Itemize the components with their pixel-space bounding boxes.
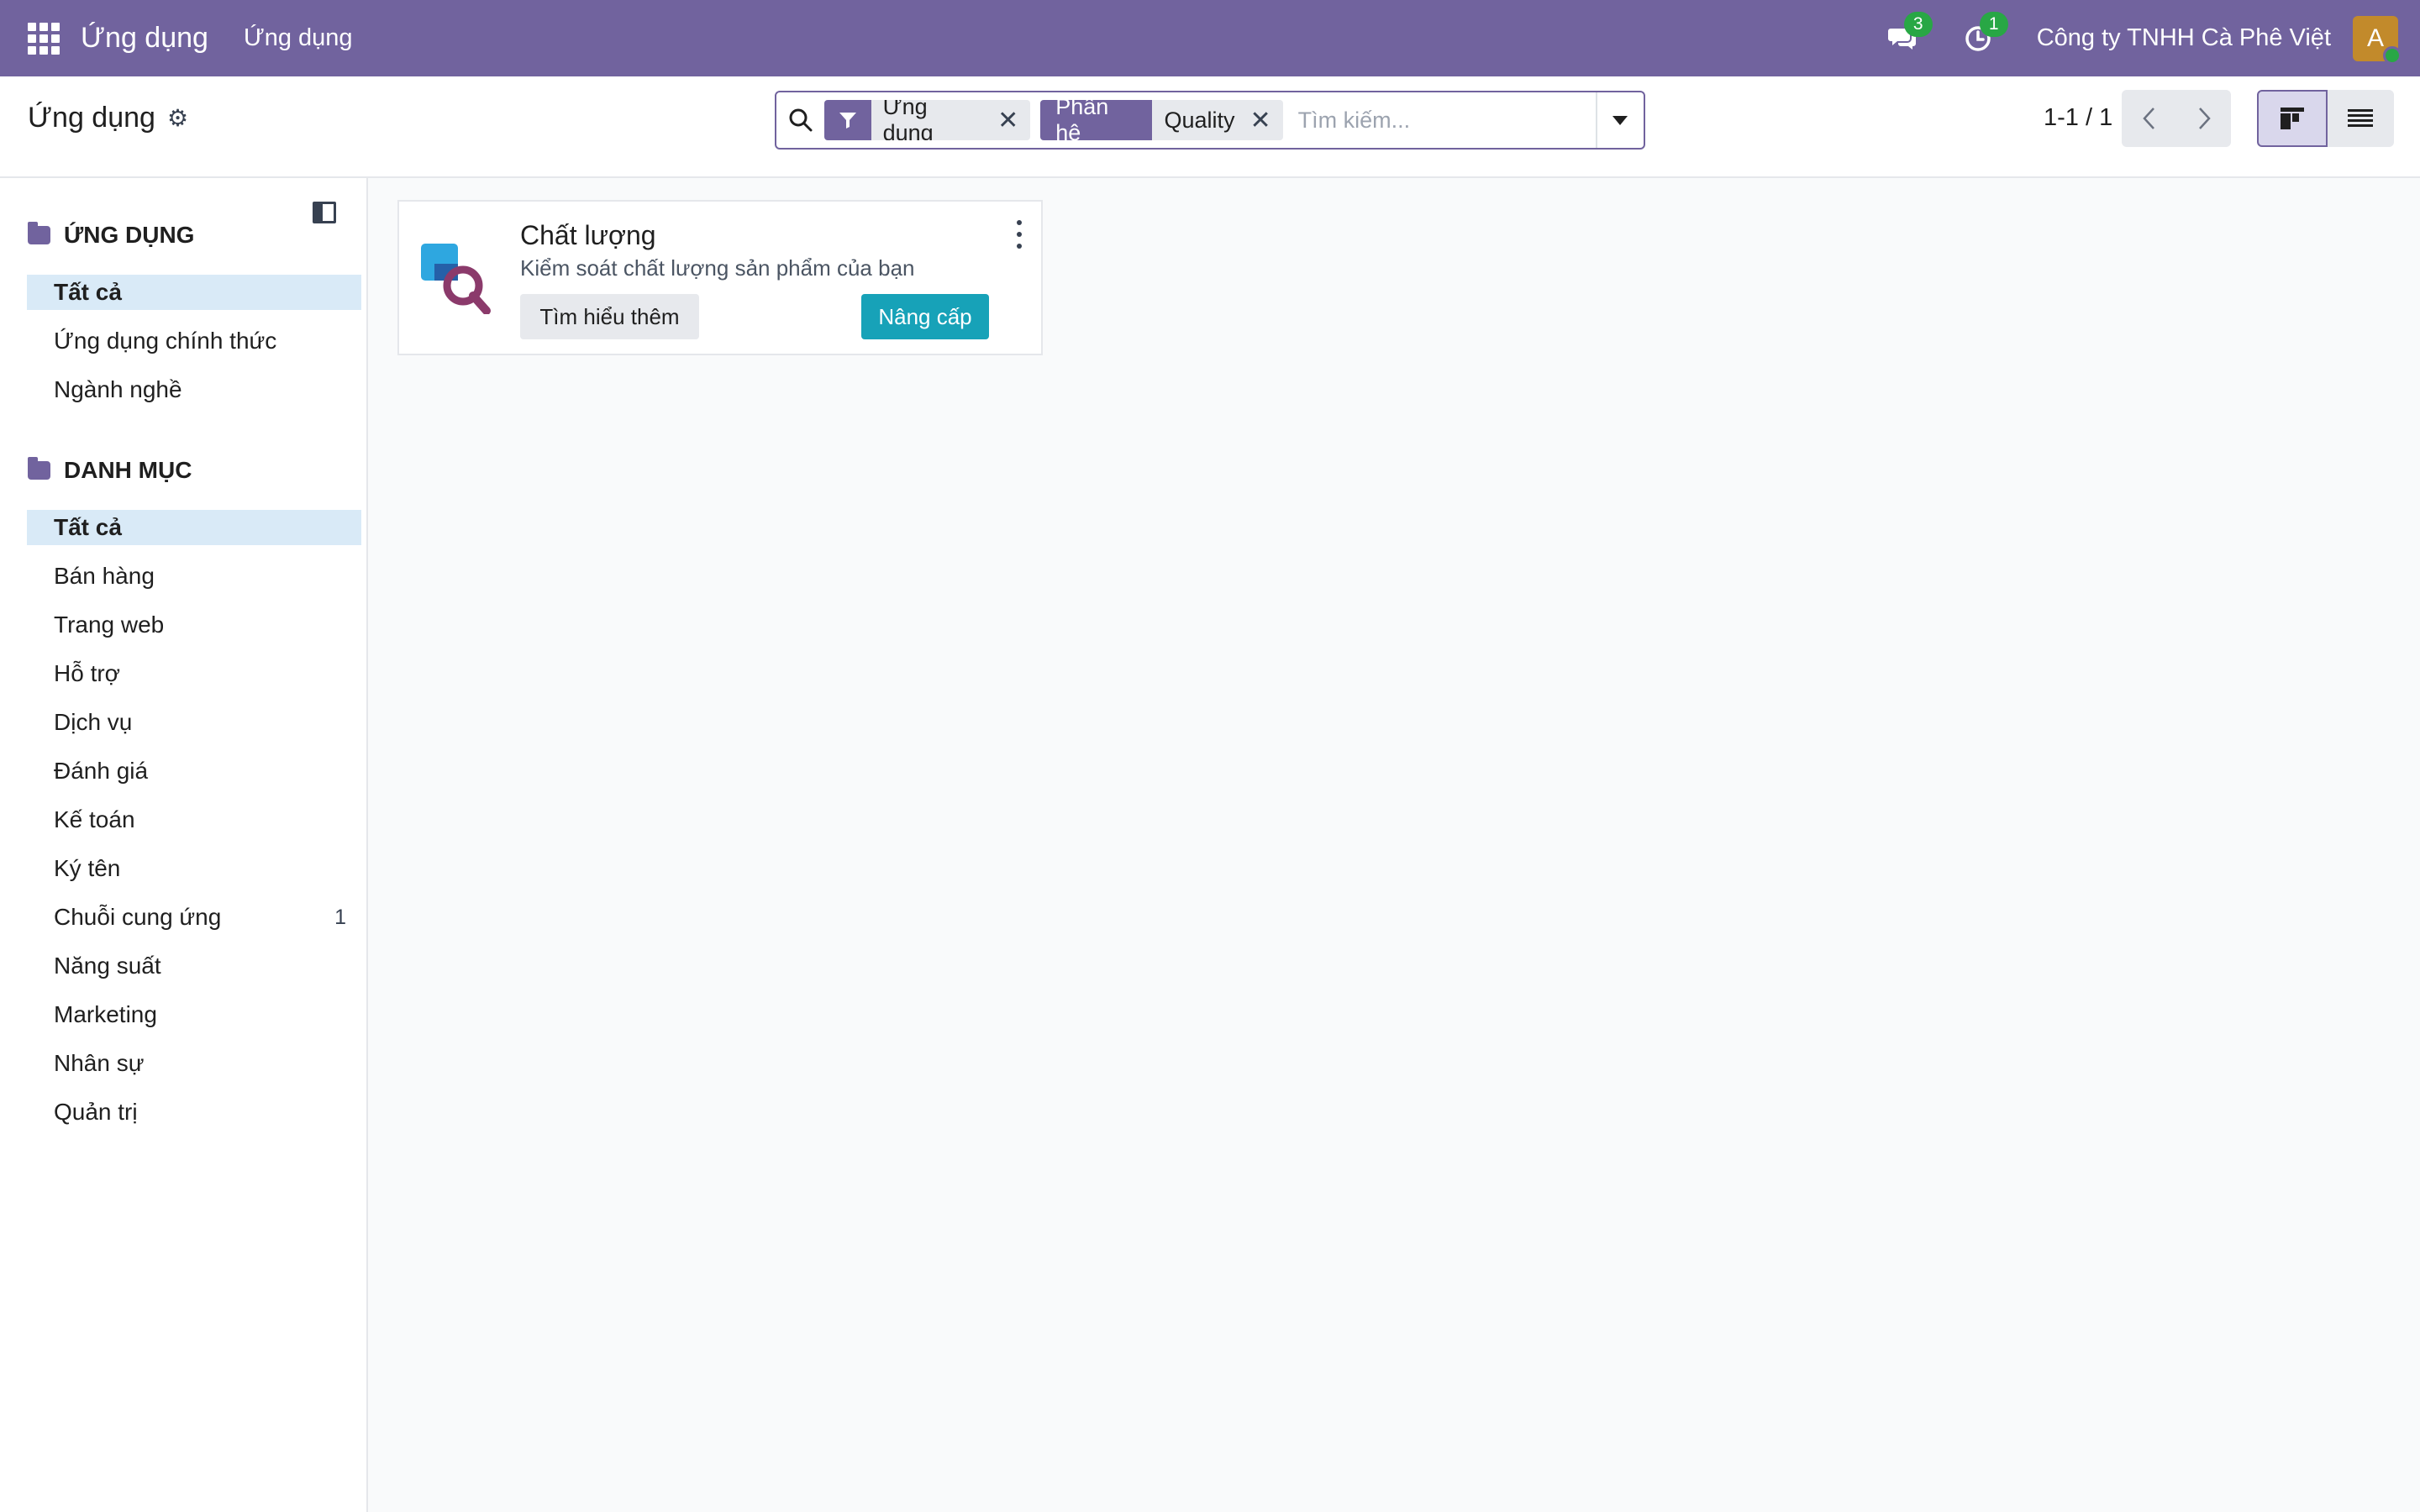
user-avatar[interactable]: A (2353, 15, 2402, 65)
app-name: Chất lượng (520, 220, 656, 250)
sidebar-item-all-apps[interactable]: Tất cả (27, 275, 361, 310)
breadcrumb: Ứng dụng ⚙ (28, 102, 188, 134)
sidebar-item-sales[interactable]: Bán hàng (27, 559, 361, 594)
sidebar-item-label: Năng suất (54, 953, 161, 979)
remove-facet-icon[interactable]: ✕ (1250, 106, 1271, 135)
section-header-categories: DANH MỤC (28, 457, 192, 484)
messages-button[interactable]: 3 (1886, 11, 1933, 55)
search-input[interactable] (1292, 92, 1596, 148)
sidebar-item-appraisal[interactable]: Đánh giá (27, 753, 361, 789)
sidebar-item-supply-chain[interactable]: Chuỗi cung ứng 1 (27, 900, 361, 935)
sidebar-item-sign[interactable]: Ký tên (27, 851, 361, 886)
caret-down-icon (1612, 115, 1628, 125)
filter-icon (824, 100, 871, 140)
list-view-button[interactable] (2327, 90, 2394, 147)
avatar-letter: A (2366, 24, 2384, 52)
sidebar-item-label: Ngành nghề (54, 376, 182, 402)
facet-label: Phân hệ (1040, 100, 1153, 140)
sidebar-item-helpdesk[interactable]: Hỗ trợ (27, 656, 361, 691)
activities-button[interactable]: 1 (1961, 11, 2008, 55)
section-title: ỨNG DỤNG (64, 222, 195, 248)
section-header-apps: ỨNG DỤNG (28, 222, 194, 249)
top-navbar: Ứng dụng Ứng dụng 3 1 Công ty TNHH Cà Ph… (0, 0, 2420, 76)
search-bar: Ứng dụng ✕ Phân hệ Quality ✕ (775, 91, 1645, 150)
upgrade-button[interactable]: Nâng cấp (861, 294, 989, 339)
filter-sidebar: ỨNG DỤNG Tất cả Ứng dụng chính thức Ngàn… (0, 178, 368, 1512)
sidebar-item-services[interactable]: Dịch vụ (27, 705, 361, 740)
sidebar-item-label: Marketing (54, 1001, 157, 1027)
sidebar-item-industries[interactable]: Ngành nghề (27, 372, 361, 407)
navbar-brand[interactable]: Ứng dụng (81, 22, 208, 55)
kanban-icon (2280, 108, 2304, 129)
sidebar-item-label: Dịch vụ (54, 709, 133, 735)
learn-more-button[interactable]: Tìm hiểu thêm (520, 294, 699, 339)
sidebar-item-label: Tất cả (54, 279, 122, 305)
section-title: DANH MỤC (64, 457, 192, 483)
chevron-right-icon (2198, 108, 2211, 129)
facet-value: Ứng dụng (882, 100, 934, 140)
remove-facet-icon[interactable]: ✕ (997, 106, 1018, 135)
sidebar-item-website[interactable]: Trang web (27, 607, 361, 643)
sidebar-item-label: Hỗ trợ (54, 660, 121, 686)
activities-count-badge: 1 (1979, 11, 2008, 37)
folder-icon (28, 222, 50, 244)
quality-app-icon (421, 244, 491, 314)
kebab-menu-icon[interactable] (1014, 220, 1024, 249)
kanban-view-button[interactable] (2257, 90, 2328, 147)
sidebar-item-label: Đánh giá (54, 758, 149, 784)
pager-buttons (2122, 90, 2231, 147)
sidebar-item-administration[interactable]: Quản trị (27, 1095, 361, 1130)
company-switcher[interactable]: Công ty TNHH Cà Phê Việt (2037, 24, 2331, 52)
sidebar-item-label: Kế toán (54, 806, 135, 832)
search-facet-module: Phân hệ Quality ✕ (1040, 100, 1283, 140)
sidebar-item-hr[interactable]: Nhân sự (27, 1046, 361, 1081)
apps-menu-icon[interactable] (28, 22, 60, 55)
navbar-menu-apps[interactable]: Ứng dụng (244, 24, 353, 52)
sidebar-item-count: 1 (334, 905, 346, 929)
facet-value: Quality (1164, 107, 1235, 133)
sidebar-item-label: Nhân sự (54, 1050, 145, 1076)
gear-icon[interactable]: ⚙ (167, 104, 188, 132)
sidebar-item-label: Trang web (54, 612, 165, 638)
sidebar-item-label: Ứng dụng chính thức (54, 328, 277, 354)
messages-count-badge: 3 (1903, 11, 1933, 37)
list-icon (2348, 109, 2374, 127)
app-description: Kiểm soát chất lượng sản phẩm của bạn (520, 255, 915, 281)
pager-value[interactable]: 1-1 / 1 (2044, 104, 2112, 132)
sidebar-item-label: Chuỗi cung ứng (54, 904, 222, 930)
sidebar-item-accounting[interactable]: Kế toán (27, 802, 361, 837)
sidebar-item-label: Quản trị (54, 1099, 138, 1125)
search-icon[interactable] (776, 92, 824, 148)
chevron-left-icon (2142, 108, 2154, 129)
control-panel: Ứng dụng ⚙ Ứng dụng ✕ Phân hệ Quality ✕ (0, 76, 2420, 178)
sidebar-item-marketing[interactable]: Marketing (27, 997, 361, 1032)
online-status-indicator (2383, 45, 2402, 65)
folder-icon (28, 457, 50, 480)
app-card-quality[interactable]: Chất lượng Kiểm soát chất lượng sản phẩm… (397, 200, 1043, 355)
sidebar-item-official-apps[interactable]: Ứng dụng chính thức (27, 323, 361, 359)
sidebar-item-productivity[interactable]: Năng suất (27, 948, 361, 984)
page-title: Ứng dụng (28, 102, 155, 134)
sidebar-toggle-icon[interactable] (313, 202, 336, 223)
sidebar-item-all-categories[interactable]: Tất cả (27, 510, 361, 545)
view-switcher (2257, 90, 2394, 147)
sidebar-item-label: Tất cả (54, 514, 122, 540)
previous-page-button[interactable] (2122, 90, 2176, 147)
next-page-button[interactable] (2176, 90, 2231, 147)
search-facet-filter: Ứng dụng ✕ (824, 100, 1031, 140)
search-options-toggle[interactable] (1595, 92, 1644, 148)
sidebar-item-label: Bán hàng (54, 563, 155, 589)
sidebar-item-label: Ký tên (54, 855, 121, 881)
